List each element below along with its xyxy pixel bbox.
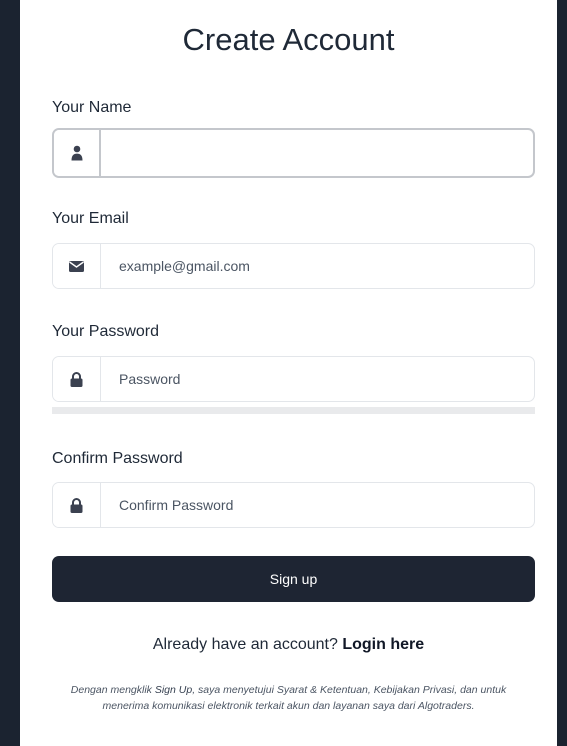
name-input[interactable]	[101, 130, 533, 176]
name-label: Your Name	[52, 99, 132, 116]
email-input[interactable]	[101, 244, 534, 288]
disclaimer-pre: Dengan mengklik	[70, 684, 155, 696]
email-input-group	[52, 243, 535, 289]
email-label: Your Email	[52, 210, 129, 227]
right-background-strip	[557, 0, 567, 746]
signup-button[interactable]: Sign up	[52, 556, 535, 602]
name-input-group	[52, 128, 535, 178]
left-background-strip	[0, 0, 20, 746]
lock-icon	[53, 483, 101, 527]
password-input-group	[52, 356, 535, 402]
page-title: Create Account	[182, 22, 395, 57]
user-icon	[54, 130, 101, 176]
terms-disclaimer: Dengan mengklik Sign Up, saya menyetujui…	[60, 682, 517, 714]
disclaimer-action: Sign Up	[154, 684, 193, 696]
confirm-password-label: Confirm Password	[52, 450, 183, 467]
login-link[interactable]: Login here	[342, 636, 424, 653]
password-label: Your Password	[52, 323, 160, 340]
login-prompt: Already have an account? Login here	[20, 636, 557, 654]
confirm-password-input-group	[52, 482, 535, 528]
confirm-password-input[interactable]	[101, 483, 534, 527]
password-input[interactable]	[101, 357, 534, 401]
signup-card: Create Account Your Name Your Email Your…	[20, 0, 557, 746]
lock-icon	[53, 357, 101, 401]
envelope-icon	[53, 244, 101, 288]
password-strength-bar	[52, 407, 535, 414]
login-prompt-text: Already have an account?	[152, 636, 343, 653]
